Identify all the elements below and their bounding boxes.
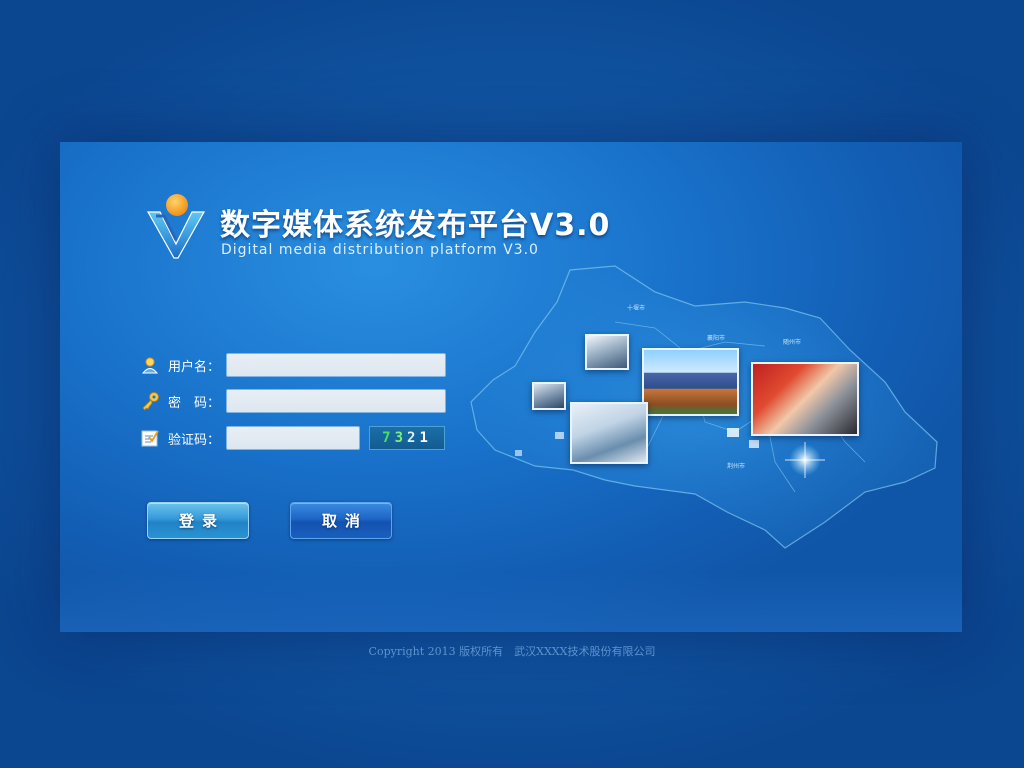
photo-lab-small xyxy=(585,334,629,370)
map-place-label: 襄阳市 xyxy=(707,334,725,342)
captcha-image[interactable]: 7 3 2 1 xyxy=(369,426,445,450)
map-place-label: 荆州市 xyxy=(727,462,745,470)
username-row: 用户名： xyxy=(140,352,226,378)
captcha-digit: 1 xyxy=(419,430,432,446)
panel-bottom-glow xyxy=(60,572,962,632)
copyright-footer: Copyright 2013 版权所有 武汉XXXX技术股份有限公司 xyxy=(368,645,656,658)
photo-medical-team xyxy=(570,402,648,464)
province-map-illustration: 十堰市 襄阳市 随州市 荆州市 xyxy=(465,262,945,562)
logo-icon xyxy=(146,194,206,259)
username-label: 用户名： xyxy=(168,359,221,375)
captcha-digit: 7 xyxy=(382,430,395,446)
login-panel: 数字媒体系统发布平台V3.0 Digital media distributio… xyxy=(60,142,962,632)
photo-doctor-small xyxy=(532,382,566,410)
captcha-input[interactable] xyxy=(226,426,360,450)
captcha-label: 验证码： xyxy=(168,432,221,448)
password-row: 密 码： xyxy=(140,388,226,414)
captcha-digit: 3 xyxy=(394,430,407,446)
map-place-label: 随州市 xyxy=(783,338,801,346)
photo-building xyxy=(642,348,739,416)
login-button[interactable]: 登录 xyxy=(147,502,249,539)
photo-tv-remote xyxy=(751,362,859,436)
checklist-icon xyxy=(140,428,160,448)
map-place-label: 十堰市 xyxy=(627,304,645,312)
cancel-button[interactable]: 取消 xyxy=(290,502,392,539)
captcha-digit: 2 xyxy=(407,430,420,446)
password-input[interactable] xyxy=(226,389,446,413)
username-input[interactable] xyxy=(226,353,446,377)
key-icon xyxy=(140,391,160,411)
captcha-row: 验证码： xyxy=(140,425,226,451)
user-icon xyxy=(140,355,160,375)
password-label: 密 码： xyxy=(168,395,221,411)
app-title: 数字媒体系统发布平台V3.0 xyxy=(220,208,611,243)
app-subtitle: Digital media distribution platform V3.0 xyxy=(221,242,539,258)
